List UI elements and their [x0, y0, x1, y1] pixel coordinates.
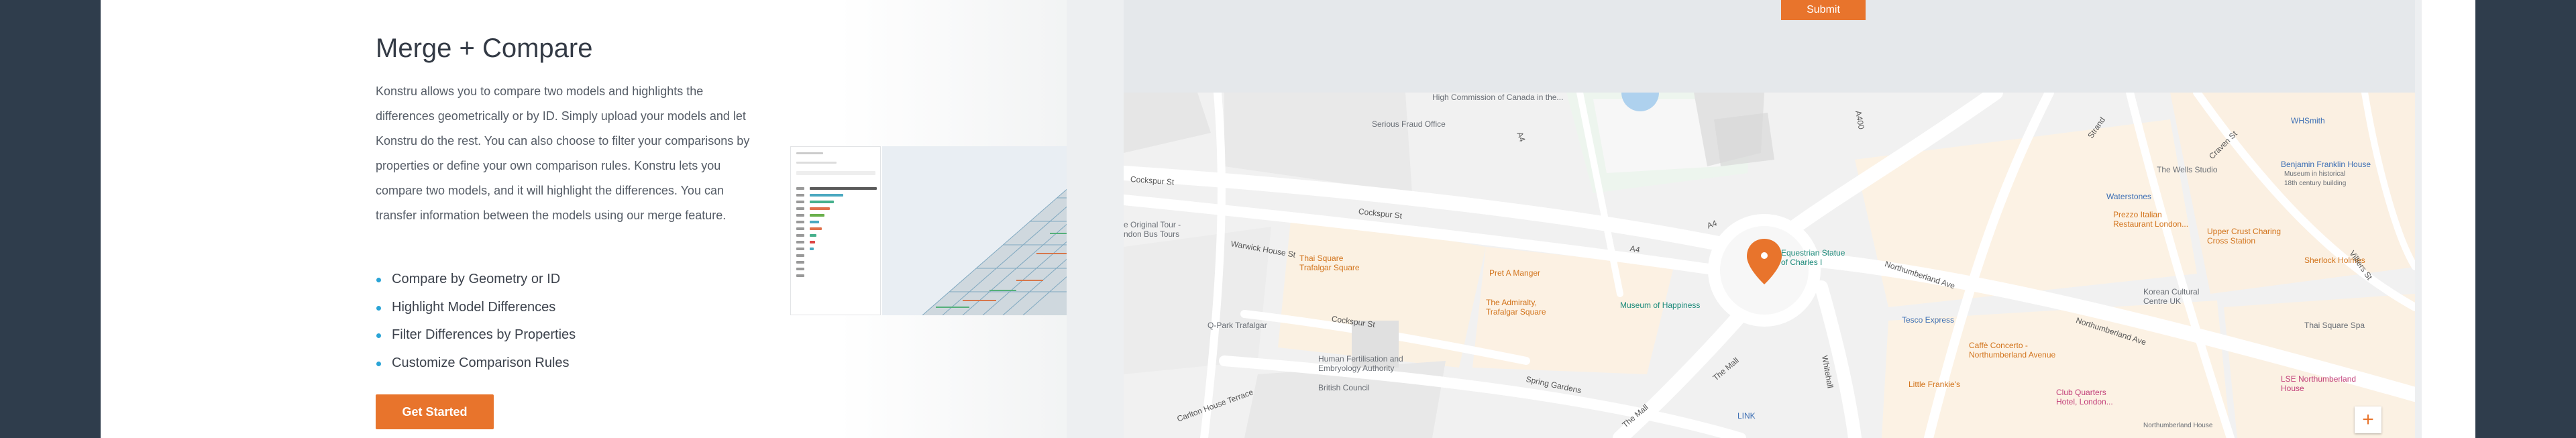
feature-item: Compare by Geometry or ID — [376, 266, 576, 294]
map-label: Benjamin Franklin House — [2281, 160, 2371, 169]
street-label: A4 — [1629, 243, 1641, 255]
map-label: Museum in historical 18th century buildi… — [2284, 170, 2347, 187]
map-label: Equestrian Statue of Charles I — [1781, 248, 1845, 267]
map-label: LSE Northumberland House — [2281, 374, 2357, 393]
map-label: Little Frankie's — [1909, 380, 1960, 389]
feature-item: Highlight Model Differences — [376, 294, 576, 322]
map-label: High Commission of Canada in the... — [1432, 93, 1564, 102]
map-label: Pret A Manger — [1489, 268, 1541, 278]
feature-item: Customize Comparison Rules — [376, 349, 576, 378]
section-title: Merge + Compare — [376, 34, 593, 63]
map-label: Q-Park Trafalgar — [1208, 321, 1267, 330]
map-label: e Original Tour - ndon Bus Tours — [1124, 220, 1181, 239]
map-label: The Wells Studio — [2157, 165, 2218, 174]
map-label: LINK — [1737, 411, 1756, 421]
map-label: British Council — [1318, 383, 1370, 392]
merge-compare-section: Merge + Compare Konstru allows you to co… — [376, 0, 845, 438]
map-label: WHSmith — [2291, 116, 2325, 125]
submit-button[interactable]: Submit — [1781, 0, 1866, 20]
map-label: Korean Cultural Centre UK — [2143, 287, 2200, 306]
feature-item: Filter Differences by Properties — [376, 321, 576, 349]
map-label: Tesco Express — [1902, 315, 1955, 325]
map-label: Human Fertilisation and Embryology Autho… — [1318, 354, 1403, 373]
get-started-button[interactable]: Get Started — [376, 394, 494, 429]
section-description: Konstru allows you to compare two models… — [376, 85, 750, 222]
map-label: Upper Crust Charing Cross Station — [2207, 227, 2282, 245]
map-label: Northumberland House — [2143, 422, 2213, 429]
map-label: Museum of Happiness — [1620, 300, 1701, 310]
contact-form — [1124, 0, 2415, 93]
map-label: Thai Square Spa — [2304, 321, 2365, 330]
map-label: Club Quarters Hotel, London... — [2056, 388, 2113, 406]
map-label: Waterstones — [2106, 192, 2151, 201]
map-label: The Admiralty, Trafalgar Square — [1486, 298, 1546, 317]
page: Merge + Compare Konstru allows you to co… — [101, 0, 2475, 438]
map-label: Serious Fraud Office — [1372, 119, 1446, 129]
office-map[interactable]: High Commission of Canada in the... Seri… — [1124, 93, 2415, 438]
map-label: Thai Square Trafalgar Square — [1299, 254, 1360, 272]
feature-list: Compare by Geometry or ID Highlight Mode… — [376, 266, 576, 377]
map-label: Prezzo Italian Restaurant London... — [2113, 210, 2189, 229]
preview-model-view — [882, 146, 1085, 315]
preview-sidebar — [790, 146, 881, 315]
map-label: Caffè Concerto - Northumberland Avenue — [1969, 341, 2056, 360]
app-preview-image — [790, 146, 1085, 315]
plus-icon[interactable]: + — [2355, 406, 2381, 433]
